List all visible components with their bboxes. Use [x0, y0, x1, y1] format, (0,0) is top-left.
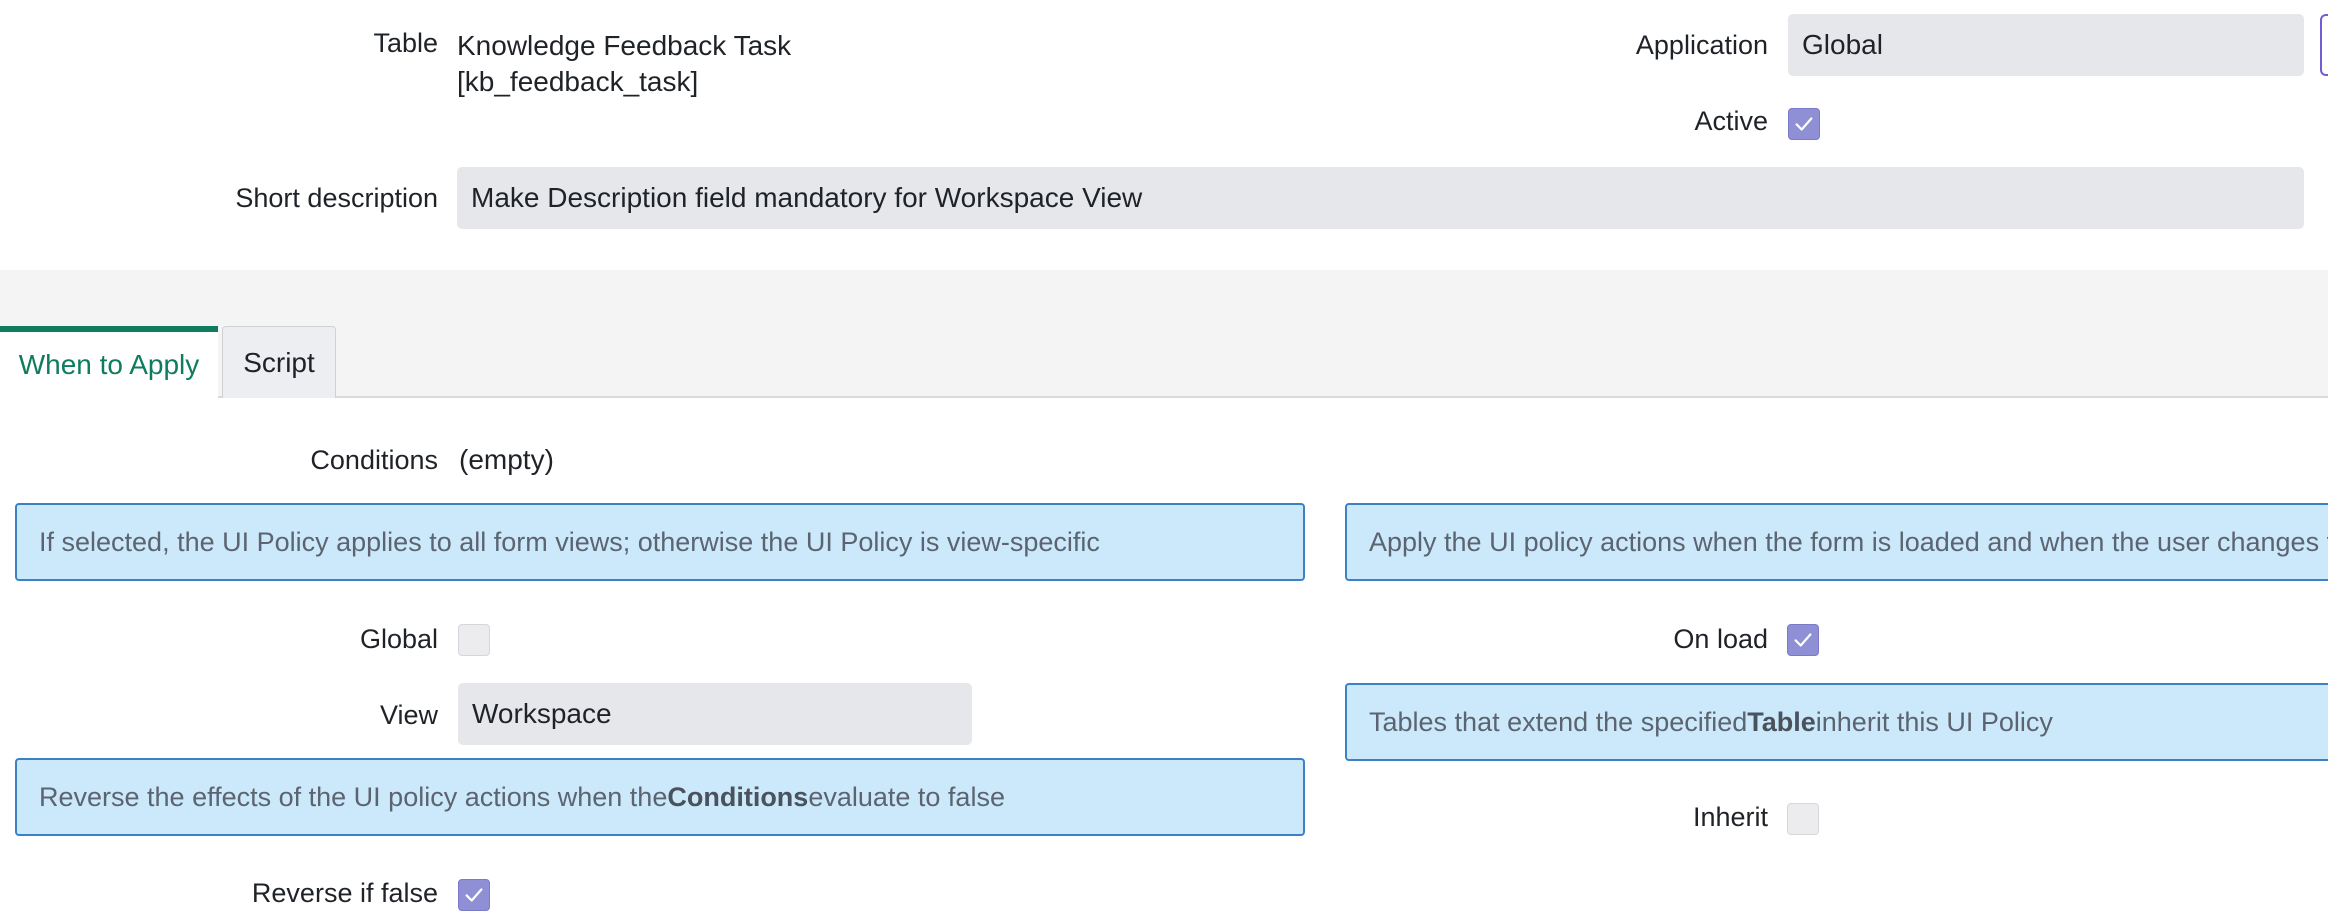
reverse-if-false-checkbox[interactable] [458, 879, 490, 911]
inherit-label: Inherit [1692, 802, 1768, 832]
inherit-checkbox[interactable] [1787, 803, 1819, 835]
reverse-info-before: Reverse the effects of the UI policy act… [39, 781, 668, 812]
onload-info-box: Apply the UI policy actions when the for… [1345, 503, 2328, 581]
global-info-box: If selected, the UI Policy applies to al… [15, 503, 1305, 581]
active-label: Active [1694, 106, 1768, 136]
inherit-info-before: Tables that extend the specified [1369, 706, 1748, 737]
reverse-if-false-label: Reverse if false [251, 878, 438, 908]
checkmark-icon [1795, 117, 1813, 131]
inherit-info-bold: Table [1747, 706, 1816, 737]
short-description-field: Make Description field mandatory for Wor… [457, 167, 2304, 229]
global-info-text: If selected, the UI Policy applies to al… [39, 526, 1100, 557]
tabs-divider [0, 396, 2328, 398]
application-field: Global [1788, 14, 2304, 76]
table-label: Table [373, 28, 438, 58]
application-label: Application [1635, 30, 1768, 60]
inherit-info-after: inherit this UI Policy [1815, 706, 2053, 737]
tabs-band [0, 270, 2328, 398]
table-name: Knowledge Feedback Task [457, 30, 792, 61]
inherit-info-box: Tables that extend the specified Table i… [1345, 683, 2328, 761]
checkmark-icon [1794, 633, 1812, 647]
conditions-label: Conditions [310, 445, 438, 475]
conditions-value[interactable]: (empty) [459, 442, 554, 478]
tab-when-to-apply[interactable]: When to Apply [0, 326, 218, 398]
tab-script[interactable]: Script [222, 326, 336, 398]
active-checkbox[interactable] [1788, 108, 1820, 140]
view-label: View [379, 700, 438, 730]
onload-label: On load [1673, 624, 1768, 654]
ui-policy-form: Table Knowledge Feedback Task [kb_feedba… [0, 0, 2328, 920]
global-checkbox[interactable] [458, 624, 490, 656]
global-label: Global [359, 624, 438, 654]
checkmark-icon [465, 888, 483, 902]
onload-checkbox[interactable] [1787, 624, 1819, 656]
view-field: Workspace [458, 683, 972, 745]
reverse-info-box: Reverse the effects of the UI policy act… [15, 758, 1305, 836]
reverse-info-after: evaluate to false [808, 781, 1005, 812]
short-description-label: Short description [235, 183, 438, 213]
onload-info-text: Apply the UI policy actions when the for… [1369, 526, 2328, 557]
table-id: [kb_feedback_task] [457, 66, 699, 97]
application-lookup-button[interactable] [2320, 14, 2328, 76]
reverse-info-bold: Conditions [667, 781, 809, 812]
